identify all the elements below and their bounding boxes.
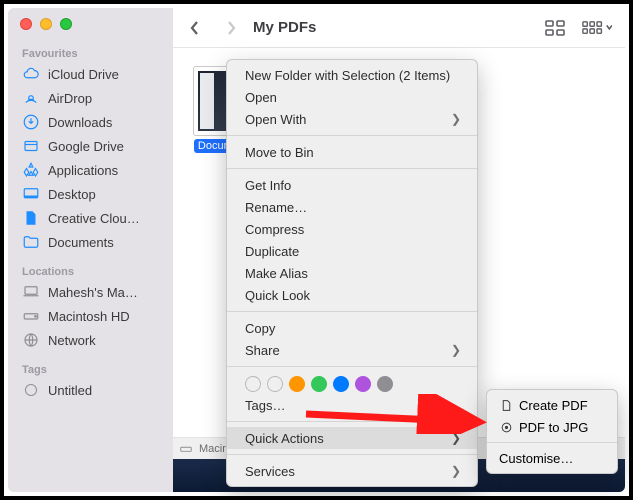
folder-icon bbox=[22, 233, 40, 251]
sidebar-item-label: Untitled bbox=[48, 383, 92, 398]
menu-item-duplicate[interactable]: Duplicate bbox=[227, 240, 477, 262]
laptop-icon bbox=[22, 283, 40, 301]
sidebar-item-label: Desktop bbox=[48, 187, 96, 202]
document-icon bbox=[499, 398, 513, 412]
sidebar-section-header: Tags bbox=[8, 360, 173, 378]
sidebar-item-label: Downloads bbox=[48, 115, 112, 130]
tag-color-grey[interactable] bbox=[377, 376, 393, 392]
tag-color-purple[interactable] bbox=[355, 376, 371, 392]
tag-color-none[interactable] bbox=[267, 376, 283, 392]
menu-item-copy[interactable]: Copy bbox=[227, 317, 477, 339]
menu-item-open-with[interactable]: Open With❯ bbox=[227, 108, 477, 130]
sidebar-item-network[interactable]: Network bbox=[8, 328, 173, 352]
toolbar: My PDFs bbox=[173, 8, 625, 48]
menu-item-compress[interactable]: Compress bbox=[227, 218, 477, 240]
view-options-button[interactable] bbox=[577, 15, 617, 41]
context-menu: New Folder with Selection (2 Items) Open… bbox=[226, 59, 478, 487]
sidebar-item-label: Applications bbox=[48, 163, 118, 178]
back-button[interactable] bbox=[181, 15, 209, 41]
minimize-window-button[interactable] bbox=[40, 18, 52, 30]
submenu-item-label: Create PDF bbox=[519, 398, 588, 413]
sidebar-item-label: iCloud Drive bbox=[48, 67, 119, 82]
sidebar-item-creative-cloud[interactable]: Creative Clou… bbox=[8, 206, 173, 230]
menu-item-get-info[interactable]: Get Info bbox=[227, 174, 477, 196]
chevron-right-icon: ❯ bbox=[451, 464, 461, 478]
menu-item-make-alias[interactable]: Make Alias bbox=[227, 262, 477, 284]
menu-item-new-folder-with-selection[interactable]: New Folder with Selection (2 Items) bbox=[227, 64, 477, 86]
tag-color-row bbox=[227, 372, 477, 394]
menu-divider bbox=[227, 366, 477, 367]
sidebar-item-documents[interactable]: Documents bbox=[8, 230, 173, 254]
sidebar-item-tag-untitled[interactable]: Untitled bbox=[8, 378, 173, 402]
tag-circle-icon bbox=[22, 381, 40, 399]
tag-color-none[interactable] bbox=[245, 376, 261, 392]
forward-button[interactable] bbox=[217, 15, 245, 41]
sidebar-item-label: Google Drive bbox=[48, 139, 124, 154]
cloud-icon bbox=[22, 65, 40, 83]
sidebar-item-icloud-drive[interactable]: iCloud Drive bbox=[8, 62, 173, 86]
menu-divider bbox=[227, 135, 477, 136]
download-icon bbox=[22, 113, 40, 131]
sidebar-item-macintosh-hd[interactable]: Macintosh HD bbox=[8, 304, 173, 328]
globe-icon bbox=[22, 331, 40, 349]
menu-item-quick-actions[interactable]: Quick Actions❯ bbox=[227, 427, 477, 449]
document-icon bbox=[22, 209, 40, 227]
sidebar-item-label: Macintosh HD bbox=[48, 309, 130, 324]
submenu-item-label: Customise… bbox=[499, 451, 573, 466]
submenu-item-label: PDF to JPG bbox=[519, 420, 588, 435]
sidebar-item-label: Documents bbox=[48, 235, 114, 250]
chevron-right-icon: ❯ bbox=[451, 343, 461, 357]
submenu-item-create-pdf[interactable]: Create PDF bbox=[487, 394, 617, 416]
tag-color-green[interactable] bbox=[311, 376, 327, 392]
menu-divider bbox=[227, 421, 477, 422]
sidebar-item-applications[interactable]: Applications bbox=[8, 158, 173, 182]
menu-divider bbox=[227, 168, 477, 169]
menu-item-open[interactable]: Open bbox=[227, 86, 477, 108]
sidebar-section-header: Locations bbox=[8, 262, 173, 280]
tag-color-blue[interactable] bbox=[333, 376, 349, 392]
menu-item-tags[interactable]: Tags… bbox=[227, 394, 477, 416]
window-title: My PDFs bbox=[253, 19, 316, 36]
desktop-icon bbox=[22, 185, 40, 203]
sidebar-item-label: AirDrop bbox=[48, 91, 92, 106]
menu-item-rename[interactable]: Rename… bbox=[227, 196, 477, 218]
airdrop-icon bbox=[22, 89, 40, 107]
menu-item-share[interactable]: Share❯ bbox=[227, 339, 477, 361]
view-icon-grid-button[interactable] bbox=[541, 15, 569, 41]
menu-divider bbox=[487, 442, 617, 443]
chevron-right-icon: ❯ bbox=[451, 431, 461, 445]
sidebar-item-airdrop[interactable]: AirDrop bbox=[8, 86, 173, 110]
menu-divider bbox=[227, 454, 477, 455]
sidebar: Favourites iCloud Drive AirDrop Download… bbox=[8, 8, 173, 492]
workflow-icon bbox=[499, 420, 513, 434]
sidebar-item-desktop[interactable]: Desktop bbox=[8, 182, 173, 206]
box-icon bbox=[22, 137, 40, 155]
hard-drive-icon bbox=[22, 307, 40, 325]
chevron-right-icon: ❯ bbox=[451, 112, 461, 126]
sidebar-item-label: Creative Clou… bbox=[48, 211, 140, 226]
close-window-button[interactable] bbox=[20, 18, 32, 30]
quick-actions-submenu: Create PDF PDF to JPG Customise… bbox=[486, 389, 618, 474]
menu-item-quick-look[interactable]: Quick Look bbox=[227, 284, 477, 306]
submenu-item-customise[interactable]: Customise… bbox=[487, 447, 617, 469]
sidebar-item-label: Network bbox=[48, 333, 96, 348]
sidebar-section-header: Favourites bbox=[8, 44, 173, 62]
sidebar-item-this-mac[interactable]: Mahesh's Ma… bbox=[8, 280, 173, 304]
sidebar-item-label: Mahesh's Ma… bbox=[48, 285, 138, 300]
menu-divider bbox=[227, 311, 477, 312]
traffic-lights bbox=[8, 8, 173, 44]
submenu-item-pdf-to-jpg[interactable]: PDF to JPG bbox=[487, 416, 617, 438]
applications-icon bbox=[22, 161, 40, 179]
sidebar-item-downloads[interactable]: Downloads bbox=[8, 110, 173, 134]
zoom-window-button[interactable] bbox=[60, 18, 72, 30]
tag-color-orange[interactable] bbox=[289, 376, 305, 392]
sidebar-item-google-drive[interactable]: Google Drive bbox=[8, 134, 173, 158]
menu-item-services[interactable]: Services❯ bbox=[227, 460, 477, 482]
menu-item-move-to-bin[interactable]: Move to Bin bbox=[227, 141, 477, 163]
hard-drive-icon bbox=[179, 442, 193, 456]
